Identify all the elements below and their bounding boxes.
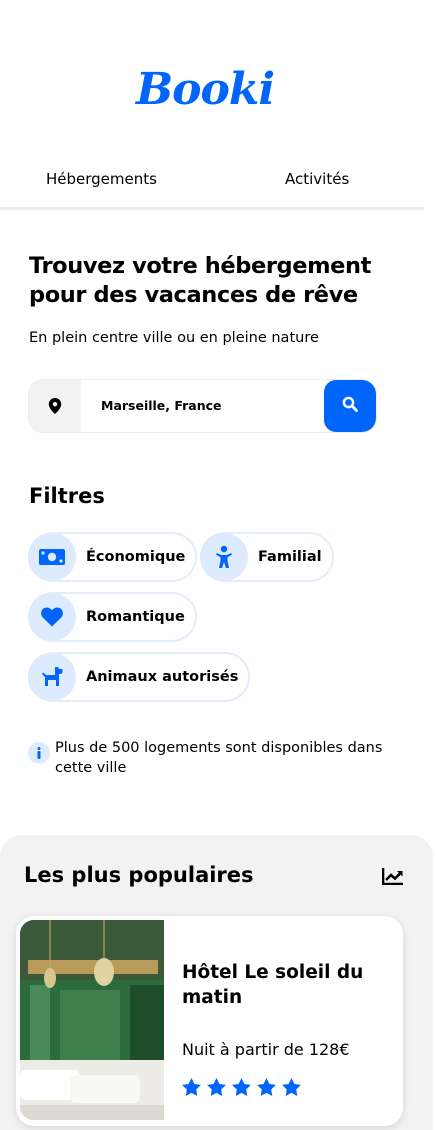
child-icon <box>200 533 248 581</box>
hotel-card[interactable]: Hôtel Le soleil du matin Nuit à partir d… <box>16 916 403 1126</box>
search-input[interactable]: Marseille, France <box>101 398 222 413</box>
heart-icon <box>28 593 76 641</box>
filter-label: Romantique <box>86 609 185 625</box>
hotel-name: Hôtel Le soleil du matin <box>182 962 364 1008</box>
filter-label: Économique <box>86 549 186 565</box>
star-icon <box>207 1078 226 1096</box>
hotel-image <box>20 920 164 1120</box>
filter-romantique[interactable]: Romantique <box>28 592 197 642</box>
nav-link-hebergements[interactable]: Hébergements <box>46 170 157 188</box>
star-icon <box>232 1078 251 1096</box>
nav-link-activites[interactable]: Activités <box>285 170 349 188</box>
filters-title: Filtres <box>29 484 105 508</box>
money-icon <box>28 533 76 581</box>
star-icon <box>257 1078 276 1096</box>
booki-logo[interactable]: Booki <box>0 64 410 115</box>
filter-familial[interactable]: Familial <box>200 532 334 582</box>
trend-up-icon <box>381 867 404 889</box>
filter-label: Familial <box>258 549 322 565</box>
hotel-rating <box>182 1078 301 1096</box>
star-icon <box>282 1078 301 1096</box>
main-nav: Hébergements Activités <box>0 160 424 210</box>
dog-icon <box>28 653 76 701</box>
location-pin-icon <box>29 380 81 432</box>
filter-economique[interactable]: Économique <box>28 532 198 582</box>
search-bar: Marseille, France <box>29 380 376 432</box>
popular-title: Les plus populaires <box>24 863 254 887</box>
page-title: Trouvez votre hébergement pour des vacan… <box>29 253 371 308</box>
page-subtitle: En plein centre ville ou en pleine natur… <box>29 330 319 346</box>
filter-animaux-autorises[interactable]: Animaux autorisés <box>28 652 251 702</box>
hotel-price: Nuit à partir de 128€ <box>182 1040 350 1059</box>
info-icon <box>28 742 50 764</box>
star-icon <box>182 1078 201 1096</box>
search-icon <box>342 396 358 416</box>
filter-label: Animaux autorisés <box>86 669 239 685</box>
info-text: Plus de 500 logements sont disponibles d… <box>55 740 383 776</box>
search-button[interactable] <box>324 380 376 432</box>
popular-section: Les plus populaires Hôtel Le soleil du m… <box>0 835 433 1130</box>
